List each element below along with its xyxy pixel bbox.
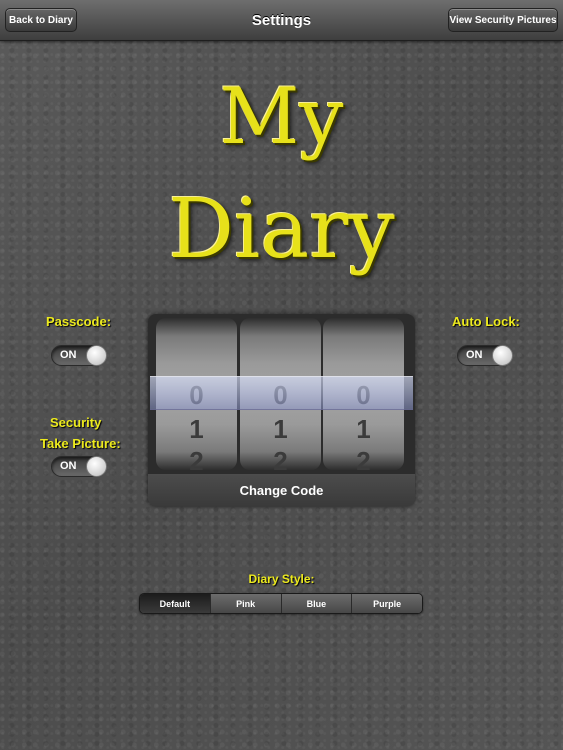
toggle-knob-icon	[492, 345, 513, 366]
security-label: Security	[50, 415, 102, 430]
auto-lock-toggle[interactable]: ON	[457, 345, 513, 366]
view-security-pictures-button[interactable]: View Security Pictures	[448, 8, 558, 32]
auto-lock-toggle-text: ON	[466, 349, 483, 361]
change-code-button[interactable]: Change Code	[148, 474, 415, 506]
style-option-purple[interactable]: Purple	[351, 594, 422, 613]
wheel-digit: 2	[189, 446, 204, 474]
wheel-digit: 1	[356, 414, 371, 444]
navigation-bar: Back to Diary Settings View Security Pic…	[0, 0, 563, 41]
diary-style-label: Diary Style:	[248, 572, 315, 586]
auto-lock-label: Auto Lock:	[452, 314, 520, 329]
take-picture-label: Take Picture:	[40, 436, 121, 451]
app-title-line1: My	[219, 72, 344, 162]
wheel-digit: 2	[356, 446, 371, 474]
take-picture-toggle[interactable]: ON	[51, 456, 107, 477]
style-option-default[interactable]: Default	[140, 594, 210, 613]
wheel-digit: 1	[273, 414, 288, 444]
passcode-label: Passcode:	[46, 314, 112, 329]
app-title-line2: Diary	[168, 182, 395, 277]
toggle-knob-icon	[86, 345, 107, 366]
lock-wheels: 0 1 2 0 1 2 0 1 2	[148, 314, 415, 474]
take-picture-toggle-text: ON	[60, 460, 77, 472]
passcode-toggle[interactable]: ON	[51, 345, 107, 366]
picker-selection-indicator	[150, 376, 413, 410]
toggle-knob-icon	[86, 456, 107, 477]
combination-lock: 0 1 2 0 1 2 0 1 2 Change Code	[148, 314, 415, 506]
style-option-pink[interactable]: Pink	[209, 594, 281, 613]
passcode-toggle-text: ON	[60, 349, 77, 361]
diary-style-segmented-control: Default Pink Blue Purple	[139, 593, 423, 614]
wheel-digit: 2	[273, 446, 288, 474]
style-option-blue[interactable]: Blue	[280, 594, 352, 613]
wheel-digit: 1	[189, 414, 204, 444]
